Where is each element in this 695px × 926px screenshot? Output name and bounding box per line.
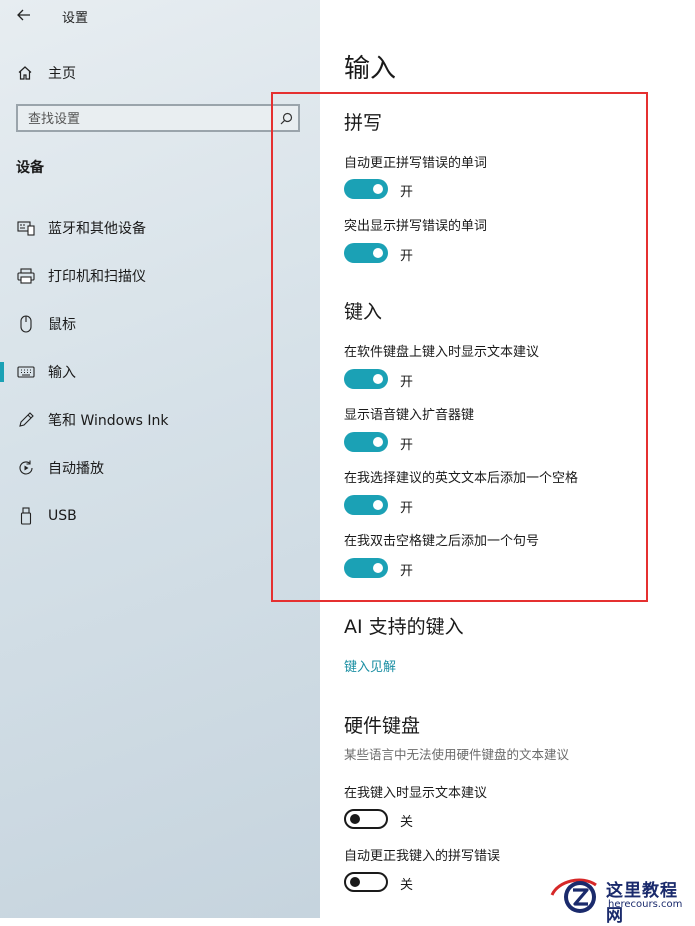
hw-suggestions-state: 关 xyxy=(400,815,414,830)
sidebar-item-label: 输入 xyxy=(48,365,76,381)
voice-typing-key-state: 开 xyxy=(400,438,414,453)
mouse-icon xyxy=(16,314,36,334)
soft-keyboard-suggestions-label: 在软件键盘上键入时显示文本建议 xyxy=(344,345,540,360)
toggle-knob xyxy=(350,814,360,824)
sidebar-item-label: USB xyxy=(48,508,77,524)
back-button[interactable] xyxy=(12,4,36,26)
watermark-logo-icon xyxy=(550,878,597,913)
sidebar-item-bluetooth[interactable]: 蓝牙和其他设备 xyxy=(0,204,320,252)
search-icon xyxy=(280,112,292,124)
sidebar-item-label: 鼠标 xyxy=(48,317,76,333)
autocorrect-state: 开 xyxy=(400,185,414,200)
toggle-knob xyxy=(373,563,383,573)
sidebar-item-label: 蓝牙和其他设备 xyxy=(48,221,146,237)
typing-group-title: 键入 xyxy=(344,301,383,323)
add-period-toggle[interactable] xyxy=(344,558,388,578)
watermark-url: herecours.com xyxy=(608,899,683,910)
page-title: 输入 xyxy=(344,54,397,84)
highlight-misspelled-state: 开 xyxy=(400,249,414,264)
search-input[interactable] xyxy=(18,106,280,132)
add-period-state: 开 xyxy=(400,564,414,579)
sidebar-item-label: 自动播放 xyxy=(48,461,104,477)
sidebar: 设置 主页 设备 蓝牙和其他设备 打印机和扫描仪 xyxy=(0,0,320,918)
sidebar-item-mouse[interactable]: 鼠标 xyxy=(0,300,320,348)
add-space-state: 开 xyxy=(400,501,414,516)
soft-keyboard-suggestions-toggle[interactable] xyxy=(344,369,388,389)
hardware-keyboard-group-title: 硬件键盘 xyxy=(344,715,421,737)
sidebar-item-label: 打印机和扫描仪 xyxy=(48,269,146,285)
sidebar-item-printers[interactable]: 打印机和扫描仪 xyxy=(0,252,320,300)
main-content: 输入 拼写 自动更正拼写错误的单词 开 突出显示拼写错误的单词 开 键入 在软件… xyxy=(320,0,695,918)
back-arrow-icon xyxy=(17,9,30,21)
sidebar-item-pen[interactable]: 笔和 Windows Ink xyxy=(0,396,320,444)
keyboard-icon xyxy=(16,362,36,382)
toggle-knob xyxy=(350,877,360,887)
hw-suggestions-label: 在我键入时显示文本建议 xyxy=(344,786,488,801)
hardware-keyboard-description: 某些语言中无法使用硬件键盘的文本建议 xyxy=(344,747,570,762)
search-button[interactable] xyxy=(274,106,298,130)
voice-typing-key-label: 显示语音键入扩音器键 xyxy=(344,408,475,423)
soft-keyboard-suggestions-state: 开 xyxy=(400,375,414,390)
pen-icon xyxy=(16,410,36,430)
highlight-misspelled-toggle[interactable] xyxy=(344,243,388,263)
hw-autocorrect-state: 关 xyxy=(400,878,414,893)
add-space-label: 在我选择建议的英文文本后添加一个空格 xyxy=(344,471,579,486)
usb-icon xyxy=(16,506,36,526)
highlight-misspelled-label: 突出显示拼写错误的单词 xyxy=(344,219,488,234)
typing-insights-link[interactable]: 键入见解 xyxy=(344,656,396,675)
add-period-label: 在我双击空格键之后添加一个句号 xyxy=(344,534,540,549)
toggle-knob xyxy=(373,184,383,194)
home-nav-item[interactable]: 主页 xyxy=(0,58,320,88)
section-title: 设备 xyxy=(16,160,44,176)
printer-icon xyxy=(16,266,36,286)
autocorrect-toggle[interactable] xyxy=(344,179,388,199)
search-box[interactable] xyxy=(16,104,300,132)
toggle-knob xyxy=(373,374,383,384)
nav-list: 蓝牙和其他设备 打印机和扫描仪 鼠标 输入 笔和 Windows Ink 自动播… xyxy=(0,204,320,540)
autoplay-icon xyxy=(16,458,36,478)
voice-typing-key-toggle[interactable] xyxy=(344,432,388,452)
toggle-knob xyxy=(373,500,383,510)
sidebar-item-typing[interactable]: 输入 xyxy=(0,348,320,396)
bluetooth-devices-icon xyxy=(16,218,36,238)
watermark: 这里教程网 herecours.com xyxy=(548,873,693,926)
toggle-knob xyxy=(373,248,383,258)
hw-autocorrect-toggle[interactable] xyxy=(344,872,388,892)
sidebar-item-usb[interactable]: USB xyxy=(0,492,320,540)
add-space-toggle[interactable] xyxy=(344,495,388,515)
sidebar-item-autoplay[interactable]: 自动播放 xyxy=(0,444,320,492)
hw-suggestions-toggle[interactable] xyxy=(344,809,388,829)
home-label: 主页 xyxy=(48,66,76,82)
hw-autocorrect-label: 自动更正我键入的拼写错误 xyxy=(344,849,501,864)
toggle-knob xyxy=(373,437,383,447)
spelling-group-title: 拼写 xyxy=(344,112,383,134)
home-icon xyxy=(16,64,34,82)
ai-typing-group-title: AI 支持的键入 xyxy=(344,616,464,638)
window-title: 设置 xyxy=(62,11,89,26)
autocorrect-label: 自动更正拼写错误的单词 xyxy=(344,156,488,171)
title-bar: 设置 xyxy=(0,0,320,32)
sidebar-item-label: 笔和 Windows Ink xyxy=(48,413,169,429)
